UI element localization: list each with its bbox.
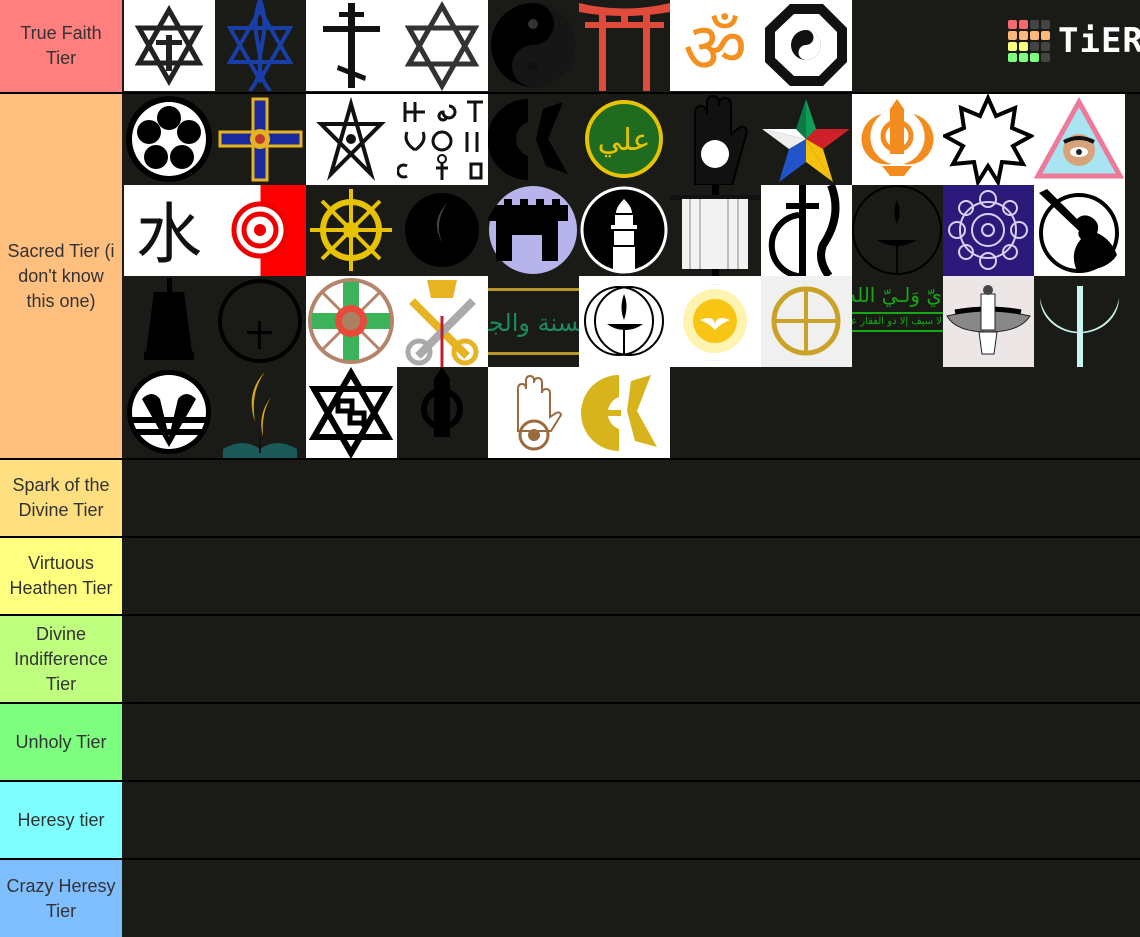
water-kanji-icon[interactable]: 水 xyxy=(124,185,215,276)
sun-dove-icon[interactable]: · · · · · · · · · · xyxy=(670,276,761,367)
crescent-trident-icon[interactable] xyxy=(1034,276,1125,367)
chalice-circle-icon[interactable] xyxy=(579,276,670,367)
tier-row-divine-indifference: Divine Indifference Tier xyxy=(0,616,1140,702)
svg-text:علي: علي xyxy=(598,123,651,158)
adventist-flame-icon[interactable] xyxy=(215,367,306,458)
tier-row-sacred: Sacred Tier (i don't know this one) علي … xyxy=(0,94,1140,458)
rosicrucian-wheel-icon[interactable] xyxy=(306,276,397,367)
torii-gate-icon[interactable] xyxy=(579,0,670,91)
green-arabic-text-icon[interactable]: يّ وَلـيّ الله لا سيف إلا ذو الفقار علي xyxy=(852,276,943,367)
svg-text:يّ وَلـيّ الله: يّ وَلـيّ الله xyxy=(852,283,942,308)
khanda-icon[interactable] xyxy=(852,94,943,185)
svg-text:السنة والجم: السنة والجم xyxy=(488,309,579,337)
orthodox-cross-icon[interactable] xyxy=(306,0,397,91)
tier-label[interactable]: Spark of the Divine Tier xyxy=(0,460,124,536)
tier-row-heresy: Heresy tier xyxy=(0,782,1140,858)
cross-flame-icon[interactable] xyxy=(761,185,852,276)
unicursal-hexagram-icon[interactable] xyxy=(306,94,397,185)
tier-label[interactable]: Unholy Tier xyxy=(0,704,124,780)
fortress-icon[interactable] xyxy=(488,185,579,276)
svg-text:· · · ·: · · · · xyxy=(710,282,721,288)
eckankar-gold-icon[interactable] xyxy=(579,367,670,458)
tier-row-unholy: Unholy Tier xyxy=(0,704,1140,780)
pagan-symbols-grid-icon[interactable] xyxy=(397,94,488,185)
om-symbol-icon[interactable]: ॐ xyxy=(670,0,761,91)
tiermaker-logo-icon xyxy=(1008,20,1050,62)
jain-hand-icon[interactable] xyxy=(488,367,579,458)
ram-horns-circle-icon[interactable] xyxy=(124,367,215,458)
shroud-cross-icon[interactable] xyxy=(670,185,761,276)
tier-list-board: True Faith Tier ॐ TiER Sacred Tier (i do… xyxy=(0,0,1140,937)
tier-row-crazy-heresy: Crazy Heresy Tier xyxy=(0,860,1140,937)
tier-items[interactable] xyxy=(124,860,1140,937)
tiermaker-logo-text: TiERMAKER xyxy=(1058,21,1140,61)
arabic-calligraphy-banner-icon[interactable]: السنة والجم xyxy=(488,276,579,367)
bagua-yin-yang-icon[interactable] xyxy=(761,0,852,91)
bell-shrine-icon[interactable] xyxy=(124,276,215,367)
khanda-dark-icon[interactable] xyxy=(397,367,488,458)
trumpeter-icon[interactable] xyxy=(1034,185,1125,276)
messianic-star-fish-icon[interactable] xyxy=(215,0,306,91)
tier-row-spark-of-the-divine: Spark of the Divine Tier xyxy=(0,460,1140,536)
eckankar-dark-icon[interactable] xyxy=(488,94,579,185)
papal-keys-icon[interactable] xyxy=(397,276,488,367)
raelian-star-icon[interactable] xyxy=(306,367,397,458)
tier-label[interactable]: Crazy Heresy Tier xyxy=(0,860,124,937)
adventist-flame-dark-icon[interactable] xyxy=(397,185,488,276)
svg-text:· · · · · ·: · · · · · · xyxy=(707,358,724,364)
tier-label[interactable]: Sacred Tier (i don't know this one) xyxy=(0,94,124,458)
svg-text:لا سيف إلا ذو الفقار علي: لا سيف إلا ذو الفقار علي xyxy=(852,316,942,327)
tier-items[interactable] xyxy=(124,460,1140,536)
faravahar-icon[interactable] xyxy=(943,276,1034,367)
tier-items[interactable] xyxy=(124,538,1140,614)
tier-label[interactable]: Virtuous Heathen Tier xyxy=(0,538,124,614)
mandala-purple-icon[interactable] xyxy=(943,185,1034,276)
sun-cross-icon[interactable] xyxy=(761,276,852,367)
ali-calligraphy-icon[interactable]: علي xyxy=(579,94,670,185)
tier-items[interactable]: علي 水 السنة والجم · · · ·· · xyxy=(124,94,1140,458)
nine-pointed-star-icon[interactable] xyxy=(943,94,1034,185)
multicolor-star-icon[interactable] xyxy=(761,94,852,185)
tier-items[interactable] xyxy=(124,616,1140,702)
jain-hand-dark-icon[interactable] xyxy=(670,94,761,185)
dharma-wheel-icon[interactable] xyxy=(306,185,397,276)
star-of-david-with-cross-icon[interactable] xyxy=(124,0,215,91)
tiermaker-logo: TiERMAKER xyxy=(1008,20,1140,62)
star-of-david-icon[interactable] xyxy=(397,0,488,91)
mon-crest-icon[interactable] xyxy=(124,94,215,185)
svg-text:ॐ: ॐ xyxy=(683,7,747,89)
chalice-dark-icon[interactable] xyxy=(852,185,943,276)
tier-items[interactable]: ॐ TiERMAKER xyxy=(124,0,1140,92)
tier-row-virtuous-heathen: Virtuous Heathen Tier xyxy=(0,538,1140,614)
tier-label[interactable]: Heresy tier xyxy=(0,782,124,858)
coptic-cross-icon[interactable] xyxy=(215,94,306,185)
tier-label[interactable]: True Faith Tier xyxy=(0,0,124,92)
tier-label[interactable]: Divine Indifference Tier xyxy=(0,616,124,702)
tier-items[interactable] xyxy=(124,704,1140,780)
yin-yang-icon[interactable] xyxy=(488,0,579,91)
eye-triangle-icon[interactable] xyxy=(1034,94,1125,185)
tenrikyo-emblem-icon[interactable] xyxy=(215,185,306,276)
tier-row-true-faith: True Faith Tier ॐ TiER xyxy=(0,0,1140,92)
svg-text:水: 水 xyxy=(136,196,202,273)
tier-items[interactable] xyxy=(124,782,1140,858)
circle-cross-dark-icon[interactable] xyxy=(215,276,306,367)
ahmadiyya-minaret-icon[interactable] xyxy=(579,185,670,276)
